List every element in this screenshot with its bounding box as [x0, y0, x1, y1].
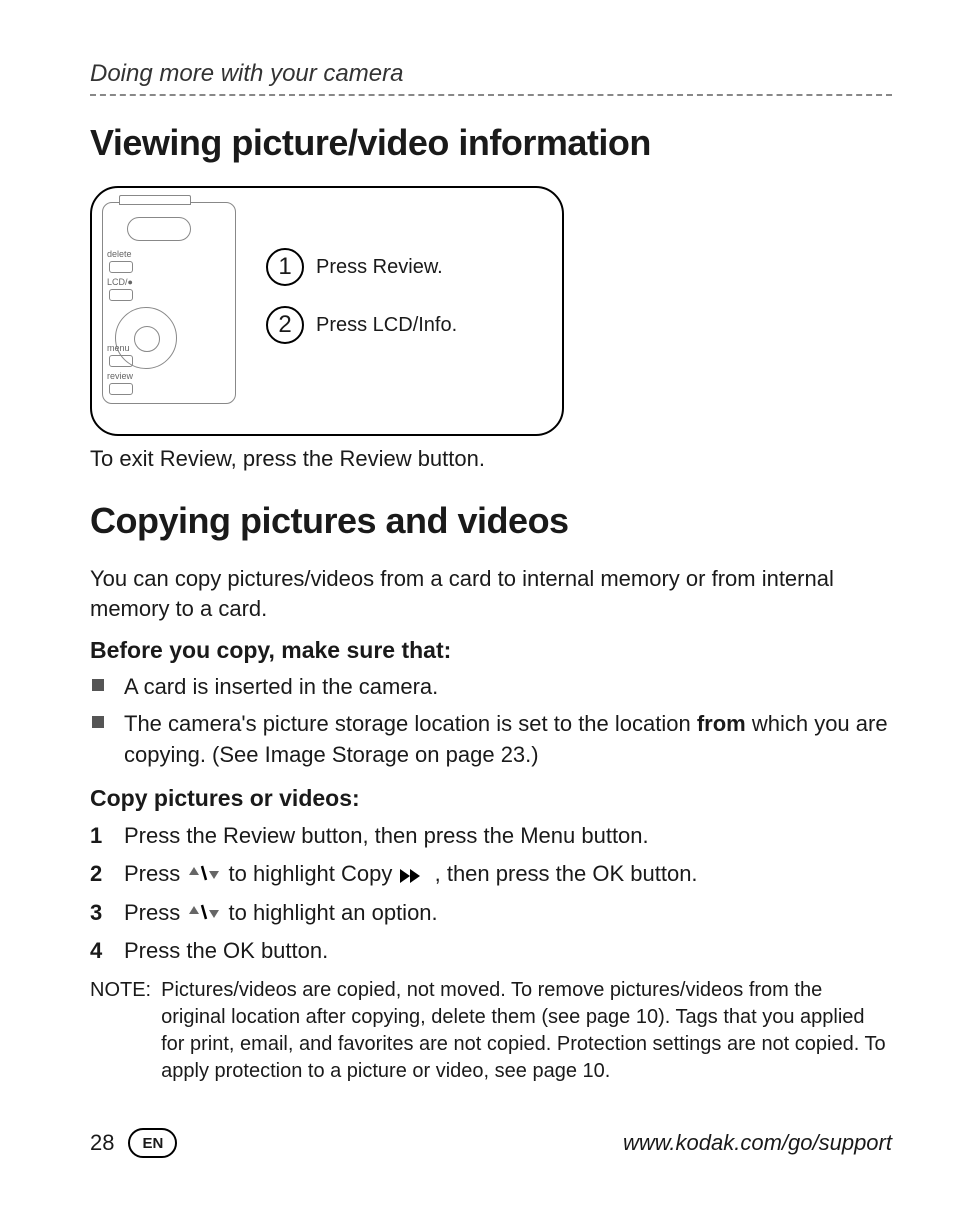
note-label: NOTE: — [90, 977, 161, 1085]
step-item-2: 2 Press to highlight Copy , then press t… — [90, 858, 892, 891]
camera-label-lcd: LCD/● — [107, 277, 133, 287]
step-number-1: 1 — [266, 248, 304, 286]
copying-intro: You can copy pictures/videos from a card… — [90, 564, 892, 623]
subheading-before-copy: Before you copy, make sure that: — [90, 637, 892, 664]
camera-outline: delete LCD/● menu review — [102, 202, 236, 404]
up-down-arrow-icon — [186, 901, 222, 927]
camera-diagram: delete LCD/● menu review 1 Press Review.… — [90, 186, 564, 436]
note-block: NOTE: Pictures/videos are copied, not mo… — [90, 977, 892, 1085]
diagram-step-1: 1 Press Review. — [266, 248, 443, 286]
camera-button-menu — [109, 355, 133, 367]
camera-label-review: review — [107, 371, 133, 381]
camera-label-delete: delete — [107, 249, 132, 259]
step-num-1: 1 — [90, 820, 102, 852]
step-item-4: 4 Press the OK button. — [90, 935, 892, 967]
bullet-item-storage-location: The camera's picture storage location is… — [90, 709, 892, 771]
step-item-3: 3 Press to highlight an option. — [90, 897, 892, 929]
copy-forward-icon — [398, 859, 428, 891]
step-text: Press the OK button. — [124, 938, 328, 963]
diagram-step-2: 2 Press LCD/Info. — [266, 306, 457, 344]
subheading-copy-steps: Copy pictures or videos: — [90, 785, 892, 812]
page-number: 28 — [90, 1130, 114, 1156]
bullet-item-card-inserted: A card is inserted in the camera. — [90, 672, 892, 703]
camera-lens — [127, 217, 191, 241]
camera-button-delete — [109, 261, 133, 273]
step-item-1: 1 Press the Review button, then press th… — [90, 820, 892, 852]
camera-button-lcd — [109, 289, 133, 301]
step-number-2: 2 — [266, 306, 304, 344]
note-text: Pictures/videos are copied, not moved. T… — [161, 977, 892, 1085]
header-rule — [90, 94, 892, 96]
section-title-copying: Copying pictures and videos — [90, 500, 892, 542]
support-url: www.kodak.com/go/support — [623, 1130, 892, 1156]
step-pre: Press — [124, 861, 186, 886]
step-post: , then press the OK button. — [435, 861, 698, 886]
step-text-2: Press LCD/Info. — [316, 314, 457, 337]
step-mid: to highlight Copy — [228, 861, 398, 886]
language-badge: EN — [128, 1128, 177, 1158]
step-post: to highlight an option. — [228, 900, 437, 925]
step-num-2: 2 — [90, 858, 102, 890]
exit-review-caption: To exit Review, press the Review button. — [90, 446, 892, 472]
camera-button-review — [109, 383, 133, 395]
step-num-3: 3 — [90, 897, 102, 929]
section-title-viewing: Viewing picture/video information — [90, 122, 892, 164]
step-text: Press the Review button, then press the … — [124, 823, 649, 848]
bullet-text-bold: from — [697, 711, 746, 736]
step-text-1: Press Review. — [316, 256, 443, 279]
step-pre: Press — [124, 900, 186, 925]
step-num-4: 4 — [90, 935, 102, 967]
running-head: Doing more with your camera — [90, 60, 892, 88]
camera-label-menu: menu — [107, 343, 130, 353]
up-down-arrow-icon — [186, 862, 222, 888]
bullet-text-pre: The camera's picture storage location is… — [124, 711, 697, 736]
page-footer: 28 EN www.kodak.com/go/support — [90, 1128, 892, 1158]
